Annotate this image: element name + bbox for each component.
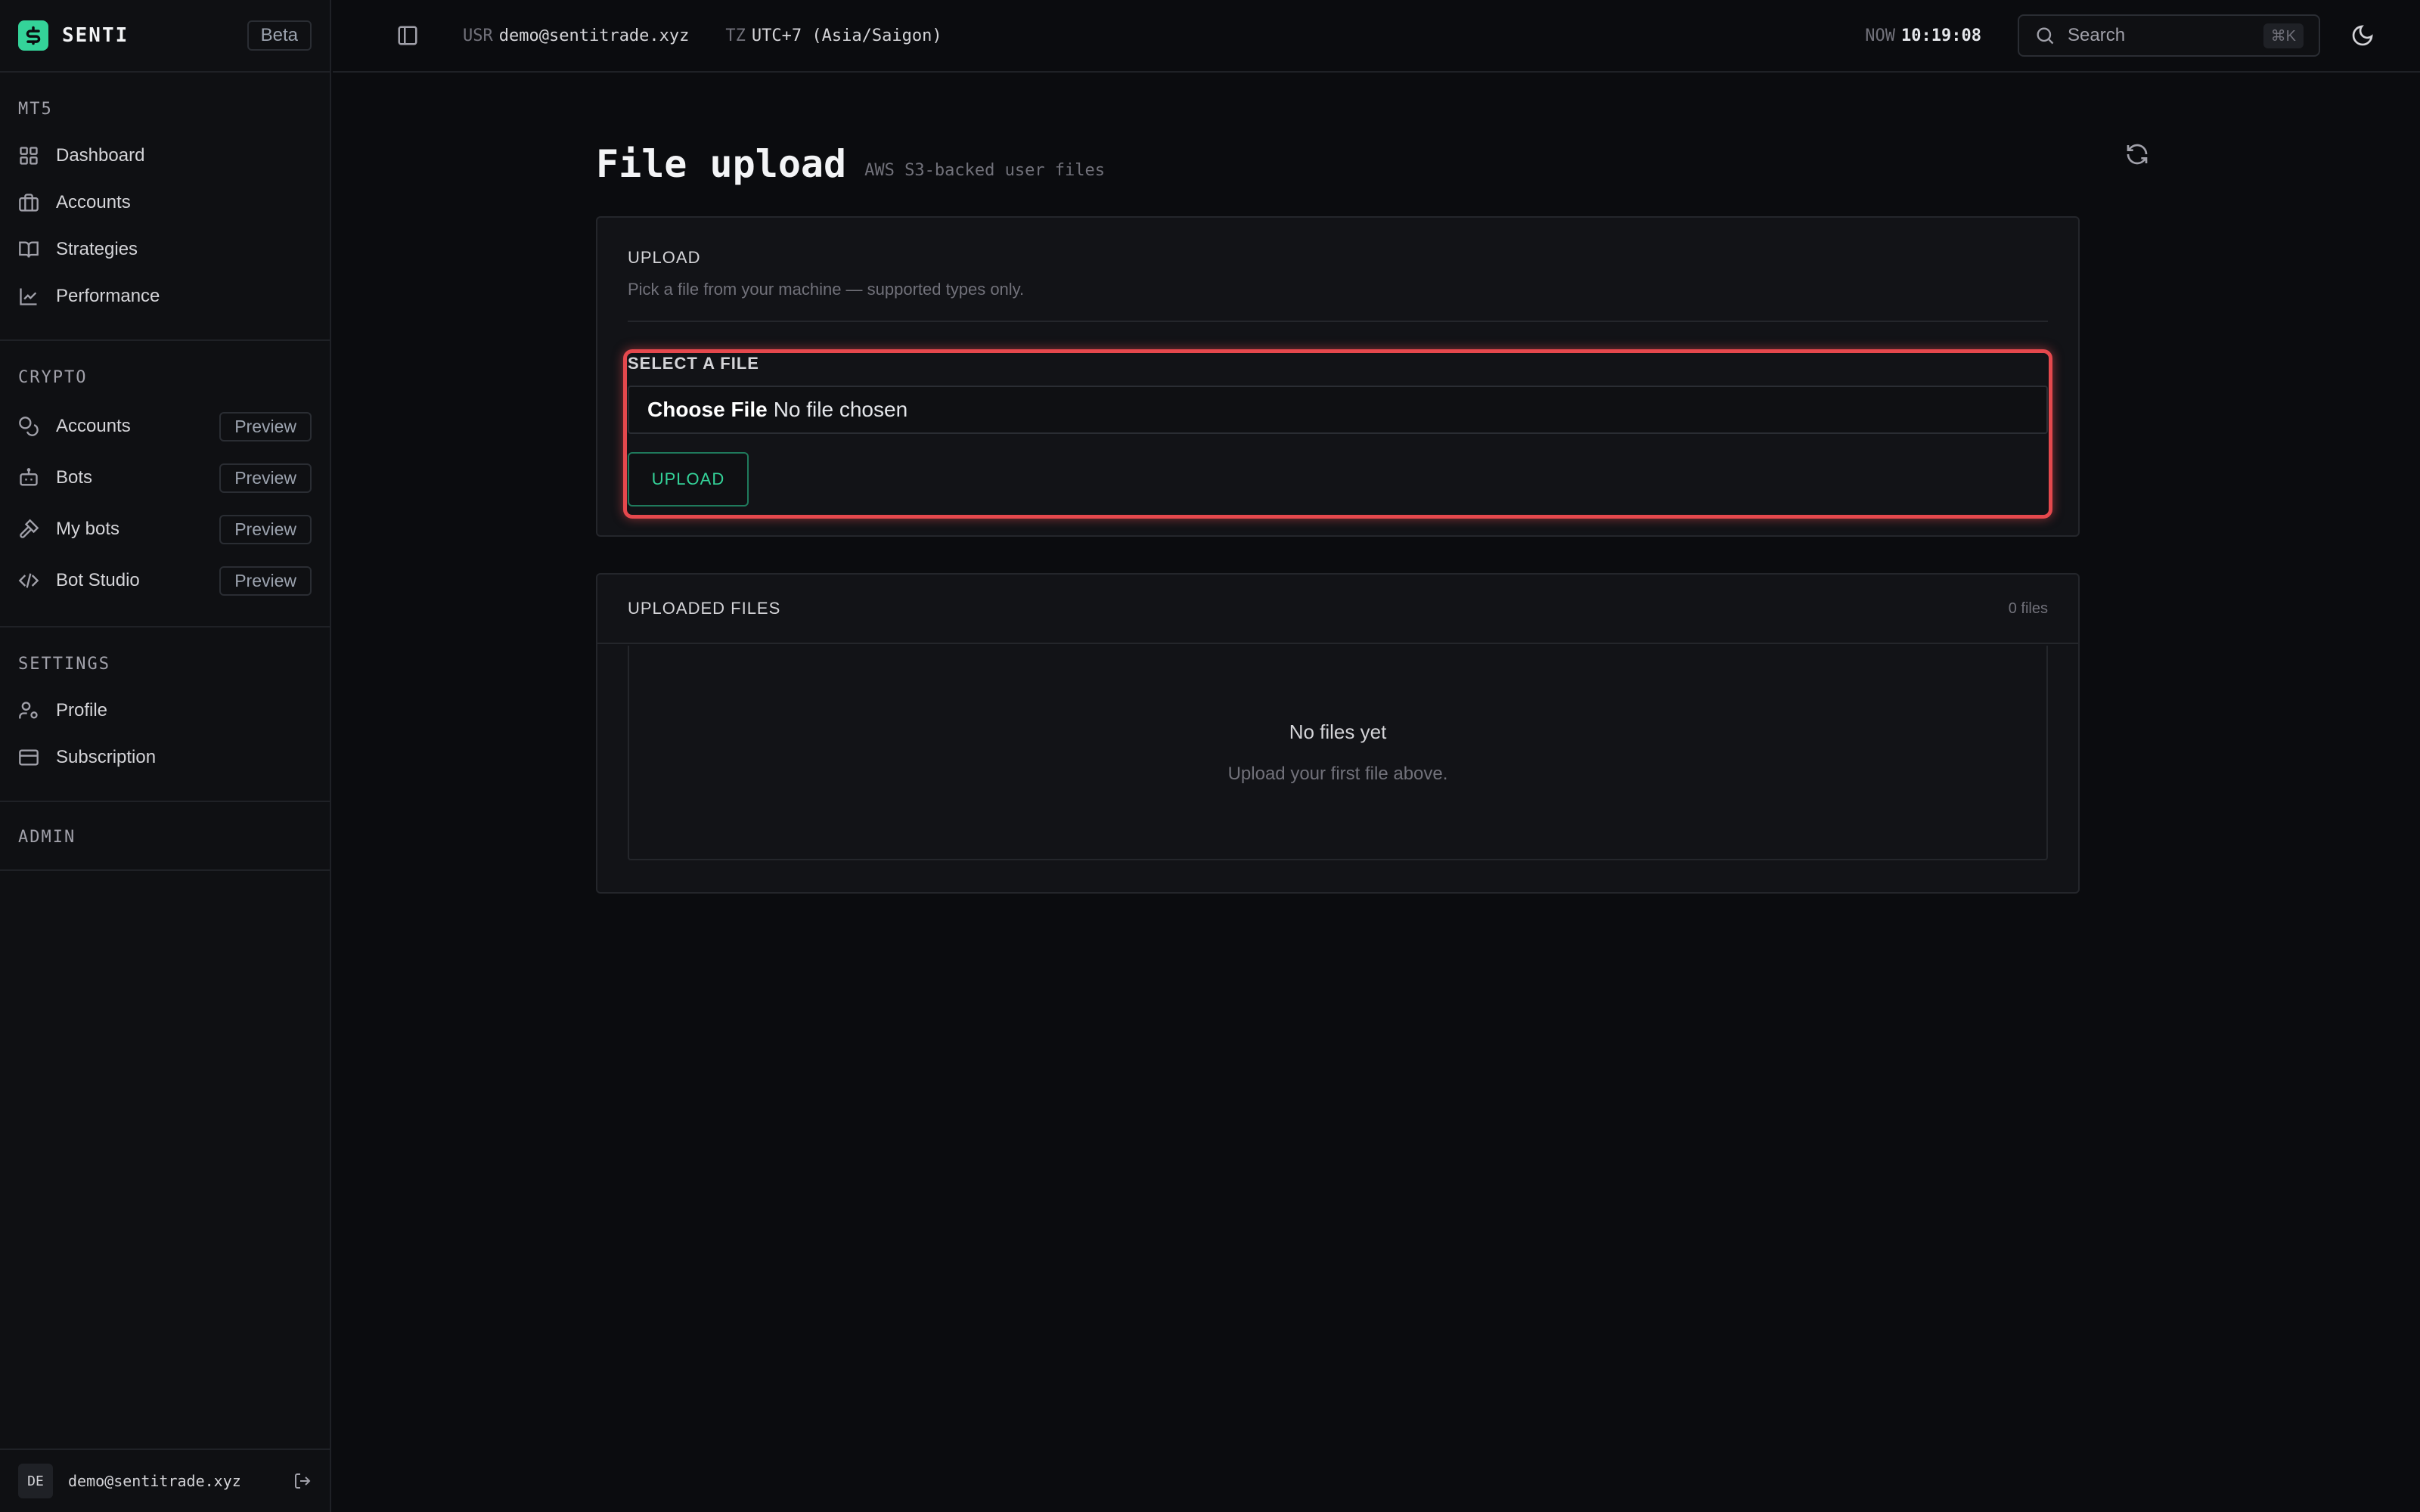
section-title-mt5: MT5 bbox=[18, 100, 53, 119]
sidebar-item-label: Subscription bbox=[56, 747, 157, 767]
sidebar-footer: DE demo@sentitrade.xyz bbox=[0, 1448, 330, 1512]
card-icon bbox=[19, 749, 39, 766]
sidebar-item-label: Strategies bbox=[56, 239, 138, 259]
sidebar-item-profile[interactable]: Profile bbox=[0, 687, 330, 734]
clock: NOW 10:19:08 bbox=[1865, 26, 1981, 45]
user-cog-icon bbox=[19, 702, 38, 719]
user-meta-key: USR bbox=[463, 26, 493, 45]
sidebar-section-admin: ADMIN bbox=[0, 802, 330, 871]
section-title-crypto: CRYPTO bbox=[18, 368, 88, 387]
page-title: File upload bbox=[596, 142, 847, 186]
preview-badge: Preview bbox=[219, 411, 312, 442]
upload-card-title: UPLOAD bbox=[628, 248, 701, 267]
divider bbox=[628, 321, 2048, 322]
upload-card-description: Pick a file from your machine — supporte… bbox=[628, 280, 1025, 299]
file-field-label: SELECT A FILE bbox=[628, 354, 759, 373]
book-icon bbox=[19, 241, 39, 258]
sidebar-item-label: Bots bbox=[56, 467, 93, 488]
sidebar-section-crypto: CRYPTO Accounts Preview Bots Preview My … bbox=[0, 341, 330, 627]
sidebar-item-label: Accounts bbox=[56, 416, 131, 436]
preview-badge: Preview bbox=[219, 514, 312, 544]
footer-email: demo@sentitrade.xyz bbox=[68, 1472, 241, 1490]
refresh-icon[interactable] bbox=[2125, 142, 2149, 166]
upload-button[interactable]: UPLOAD bbox=[628, 452, 749, 507]
files-header: UPLOADED FILES 0 files bbox=[597, 575, 2078, 644]
search-icon bbox=[2037, 27, 2054, 45]
sidebar-item-crypto-accounts[interactable]: Accounts Preview bbox=[0, 401, 330, 452]
empty-state-title: No files yet bbox=[1289, 720, 1387, 743]
uploaded-files-card: UPLOADED FILES 0 files No files yet Uplo… bbox=[596, 573, 2080, 894]
main-content: File upload AWS S3-backed user files UPL… bbox=[596, 73, 2154, 894]
section-title-admin: ADMIN bbox=[18, 828, 76, 847]
sidebar-item-label: My bots bbox=[56, 519, 120, 539]
page-subtitle: AWS S3-backed user files bbox=[864, 161, 1106, 180]
upload-card: UPLOAD Pick a file from your machine — s… bbox=[596, 216, 2080, 537]
sidebar-toggle-icon[interactable] bbox=[396, 24, 419, 47]
focus-highlight bbox=[623, 349, 2052, 519]
clock-key: NOW bbox=[1865, 26, 1896, 45]
coins-icon bbox=[19, 417, 39, 436]
timezone-meta-key: TZ bbox=[725, 26, 746, 45]
files-count: 0 files bbox=[2008, 600, 2048, 617]
moon-icon[interactable] bbox=[2350, 23, 2375, 48]
sidebar-item-bot-studio[interactable]: Bot Studio Preview bbox=[0, 555, 330, 606]
sidebar-item-bots[interactable]: Bots Preview bbox=[0, 452, 330, 503]
briefcase-icon bbox=[19, 194, 39, 212]
sidebar-item-dashboard[interactable]: Dashboard bbox=[0, 132, 330, 179]
file-status: No file chosen bbox=[773, 398, 908, 421]
page-header: File upload AWS S3-backed user files bbox=[596, 139, 2154, 186]
chart-line-icon bbox=[20, 288, 37, 305]
sidebar-item-label: Dashboard bbox=[56, 145, 145, 166]
file-input[interactable]: Choose File No file chosen bbox=[628, 386, 2048, 434]
sidebar-item-subscription[interactable]: Subscription bbox=[0, 734, 330, 781]
choose-file-button[interactable]: Choose File bbox=[647, 398, 768, 422]
empty-state: No files yet Upload your first file abov… bbox=[628, 646, 2048, 860]
sidebar-item-label: Accounts bbox=[56, 192, 131, 212]
top-bar: USR demo@sentitrade.xyz TZ UTC+7 (Asia/Sai… bbox=[333, 0, 2420, 73]
avatar[interactable]: DE bbox=[18, 1464, 53, 1498]
beta-badge: Beta bbox=[247, 20, 312, 51]
search-shortcut: ⌘K bbox=[2263, 23, 2304, 48]
sidebar-section-mt5: MT5 Dashboard Accounts Strategies Perfor… bbox=[0, 73, 330, 341]
sidebar-item-label: Profile bbox=[56, 700, 108, 720]
logout-icon[interactable] bbox=[293, 1472, 312, 1490]
code-icon bbox=[18, 573, 39, 588]
preview-badge: Preview bbox=[219, 565, 312, 596]
top-bar-right: NOW 10:19:08 Search ⌘K bbox=[1865, 14, 2390, 57]
user-meta-value: demo@sentitrade.xyz bbox=[498, 26, 690, 45]
sidebar-item-my-bots[interactable]: My bots Preview bbox=[0, 503, 330, 555]
sidebar-item-performance[interactable]: Performance bbox=[0, 273, 330, 320]
search-input[interactable]: Search ⌘K bbox=[2018, 14, 2320, 57]
senti-logo-icon[interactable] bbox=[18, 20, 48, 51]
sidebar-item-label: Performance bbox=[56, 286, 160, 306]
sidebar-item-label: Bot Studio bbox=[56, 570, 140, 590]
bot-icon bbox=[20, 468, 38, 486]
timezone-meta-value: UTC+7 (Asia/Saigon) bbox=[751, 26, 942, 45]
sidebar-item-strategies[interactable]: Strategies bbox=[0, 226, 330, 273]
files-card-title: UPLOADED FILES bbox=[628, 599, 781, 618]
empty-state-subtitle: Upload your first file above. bbox=[1227, 763, 1448, 784]
section-title-settings: SETTINGS bbox=[18, 655, 110, 674]
clock-value: 10:19:08 bbox=[1901, 26, 1981, 45]
timezone-meta: TZ UTC+7 (Asia/Saigon) bbox=[725, 26, 942, 45]
brand-name: SENTI bbox=[62, 24, 129, 47]
preview-badge: Preview bbox=[219, 463, 312, 493]
brand-bar: SENTI Beta bbox=[0, 0, 330, 73]
search-placeholder: Search bbox=[2068, 25, 2126, 45]
sidebar: SENTI Beta MT5 Dashboard Accounts Strate… bbox=[0, 0, 331, 1512]
hammer-icon bbox=[20, 519, 39, 538]
sidebar-section-settings: SETTINGS Profile Subscription bbox=[0, 627, 330, 802]
user-meta: USR demo@sentitrade.xyz bbox=[463, 26, 689, 45]
dashboard-icon bbox=[20, 147, 38, 165]
sidebar-item-accounts[interactable]: Accounts bbox=[0, 179, 330, 226]
